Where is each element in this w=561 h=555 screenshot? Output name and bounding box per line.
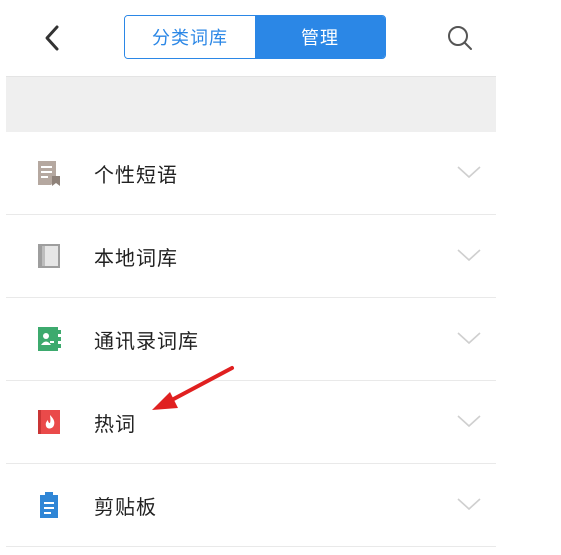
list-item-hot-words[interactable]: 热词	[6, 381, 496, 464]
chevron-left-icon	[45, 25, 59, 51]
section-spacer	[6, 77, 496, 132]
list-item-local-library[interactable]: 本地词库	[6, 215, 496, 298]
chevron-down-icon	[457, 498, 481, 511]
chevron-down-icon	[457, 249, 481, 262]
flame-icon	[38, 410, 60, 434]
word-manager-panel: 分类词库 管理 个性短语 本地词库 通讯录词库 热词 剪贴板	[6, 0, 496, 555]
contacts-book-icon	[38, 327, 61, 351]
clipboard-icon	[40, 492, 58, 518]
list-item-label: 通讯录词库	[94, 328, 199, 353]
list-item-contacts-library[interactable]: 通讯录词库	[6, 298, 496, 381]
header-bar: 分类词库 管理	[6, 0, 496, 77]
back-button[interactable]	[34, 20, 70, 56]
list-item-clipboard[interactable]: 剪贴板	[6, 464, 496, 547]
list-item-label: 剪贴板	[94, 494, 157, 519]
chevron-down-icon	[457, 332, 481, 345]
segmented-tabs: 分类词库 管理	[124, 15, 386, 59]
manage-list: 个性短语 本地词库 通讯录词库 热词 剪贴板	[6, 132, 496, 547]
chevron-down-icon	[457, 166, 481, 179]
tab-manage[interactable]: 管理	[255, 16, 385, 58]
tab-category-library[interactable]: 分类词库	[125, 16, 255, 58]
note-icon	[38, 161, 60, 186]
search-button[interactable]	[442, 20, 478, 56]
list-item-label: 个性短语	[94, 162, 178, 187]
book-icon	[38, 244, 60, 268]
list-item-label: 热词	[94, 411, 136, 436]
list-item-personal-phrases[interactable]: 个性短语	[6, 132, 496, 215]
list-item-label: 本地词库	[94, 245, 178, 270]
search-icon	[448, 26, 472, 50]
screen: 分类词库 管理 个性短语 本地词库 通讯录词库 热词 剪贴板	[0, 0, 561, 555]
chevron-down-icon	[457, 415, 481, 428]
